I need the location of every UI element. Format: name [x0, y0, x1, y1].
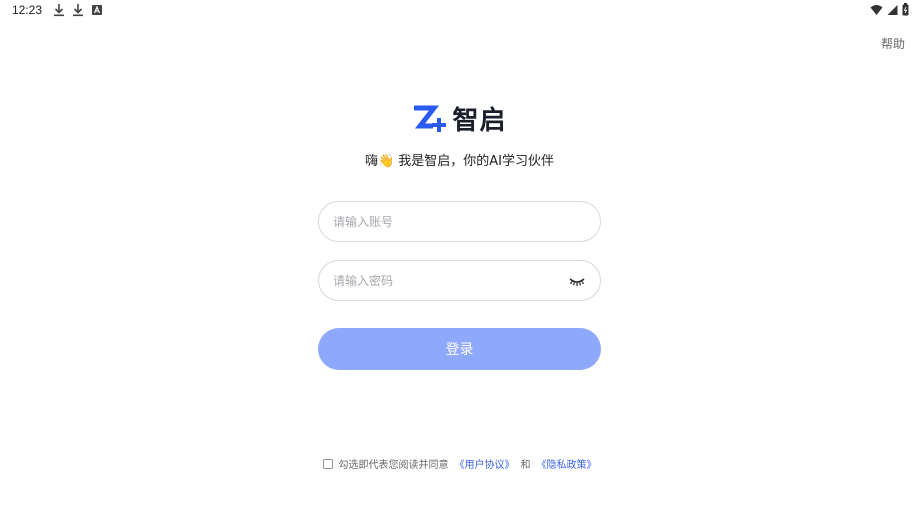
- brand-logo: 智启: [0, 100, 919, 137]
- notification-icons: [53, 3, 103, 17]
- agreement-prefix: 勾选即代表您阅读并同意: [338, 460, 449, 471]
- password-field[interactable]: [318, 260, 601, 301]
- account-input[interactable]: [333, 214, 586, 229]
- agreement-row: 勾选即代表您阅读并同意 《用户协议》 和 《隐私政策》: [0, 456, 919, 471]
- status-bar: 12:23: [0, 0, 919, 22]
- brand-name: 智启: [452, 106, 507, 136]
- account-field[interactable]: [318, 201, 601, 242]
- battery-icon: [902, 3, 909, 16]
- login-screen: 12:23 帮助 智启 嗨👋 我是智启，你的AI学习伙伴 请输入账号 登录 勾选…: [0, 0, 919, 517]
- signal-icon: [887, 4, 898, 15]
- password-input[interactable]: [333, 273, 568, 288]
- agreement-conjunction: 和: [520, 460, 531, 471]
- download-icon: [54, 4, 64, 17]
- wifi-icon: [870, 4, 883, 15]
- download-icon: [73, 4, 83, 17]
- user-agreement-link[interactable]: 《用户协议》: [455, 456, 515, 471]
- zhiqi-logo-icon: [414, 105, 447, 132]
- status-time: 12:23: [12, 3, 43, 17]
- system-icons: [870, 3, 909, 16]
- agreement-checkbox[interactable]: [322, 458, 333, 469]
- privacy-policy-link[interactable]: 《隐私政策》: [537, 456, 597, 471]
- help-link[interactable]: 帮助: [881, 35, 905, 52]
- accessibility-icon: [92, 5, 102, 15]
- login-button[interactable]: 登录: [318, 328, 601, 370]
- tagline: 嗨👋 我是智启，你的AI学习伙伴: [364, 154, 555, 169]
- eye-closed-icon[interactable]: [568, 275, 586, 287]
